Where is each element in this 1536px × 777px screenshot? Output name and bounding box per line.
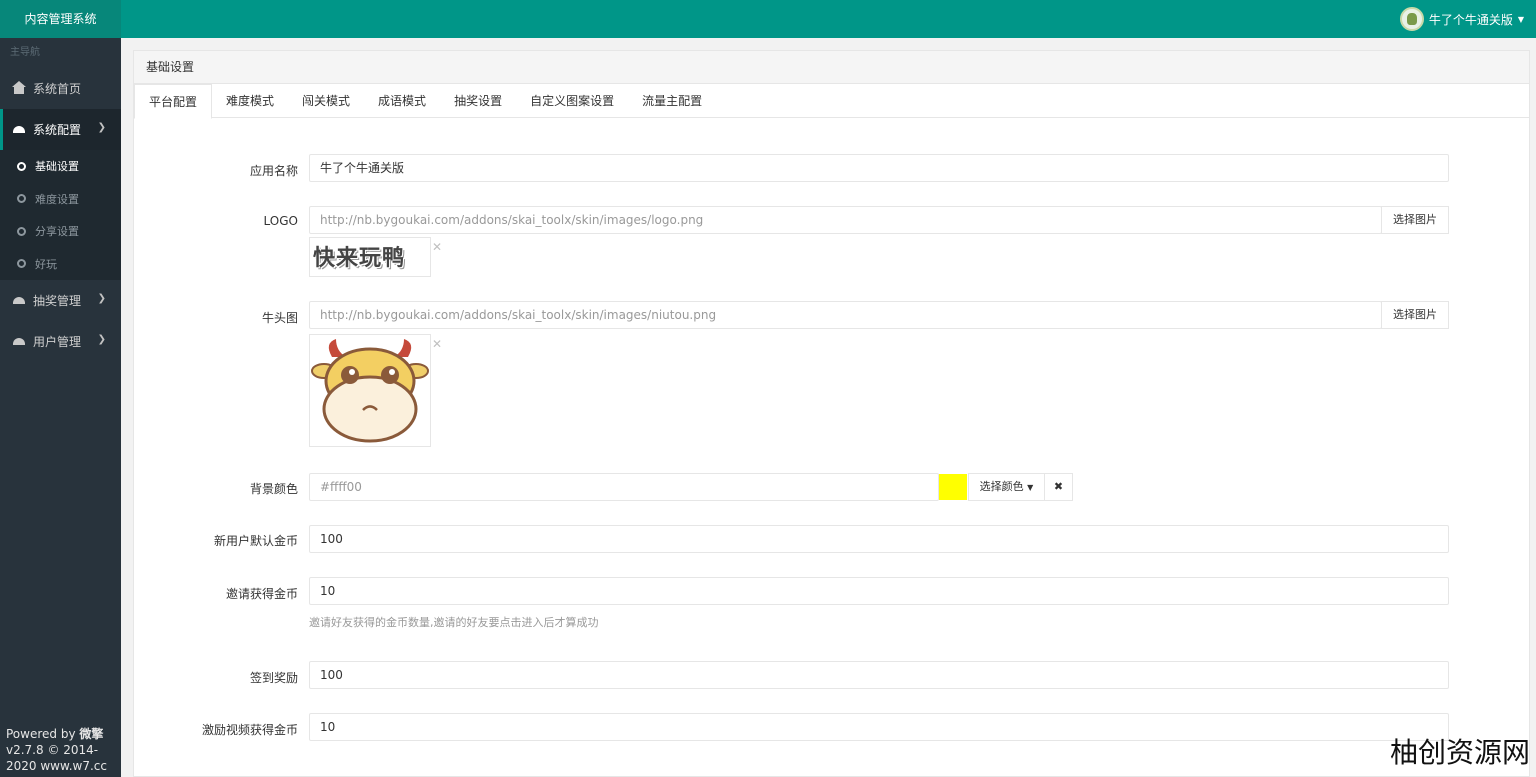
sidebar-subitem-label: 分享设置 — [35, 225, 79, 239]
logo-url-input[interactable]: http://nb.bygoukai.com/addons/skai_toolx… — [309, 206, 1382, 234]
tab-platform[interactable]: 平台配置 — [134, 84, 213, 119]
niutou-preview — [309, 334, 431, 447]
tab-difficulty[interactable]: 难度模式 — [212, 84, 288, 118]
niutou-url-input[interactable]: http://nb.bygoukai.com/addons/skai_toolx… — [309, 301, 1382, 329]
video-coins-label: 激励视频获得金币 — [201, 723, 298, 737]
cow-head-icon — [311, 339, 429, 443]
new-user-coins-label: 新用户默认金币 — [213, 534, 298, 548]
clear-color-button[interactable]: ✖ — [1044, 473, 1073, 501]
avatar — [1399, 7, 1424, 31]
app-name-label: 应用名称 — [249, 164, 298, 178]
niutou-label: 牛头图 — [261, 311, 298, 325]
app-title[interactable]: 内容管理系统 — [0, 0, 121, 38]
logo-preview: 快来玩鸭 — [309, 237, 431, 277]
sidebar-item-label: 系统首页 — [33, 82, 82, 96]
logo-label: LOGO — [263, 214, 298, 228]
tab-levels[interactable]: 闯关模式 — [288, 84, 364, 118]
chevron-right-icon: ❯ — [97, 122, 106, 133]
user-menu[interactable]: 牛了个牛通关版 ▼ — [1399, 6, 1524, 32]
logo-preview-text: 快来玩鸭 — [313, 246, 406, 271]
tab-bar: 平台配置 难度模式 闯关模式 成语模式 抽奖设置 自定义图案设置 流量主配置 — [134, 84, 1529, 119]
footer-prefix: Powered by — [6, 727, 80, 741]
chevron-right-icon: ❯ — [97, 293, 106, 304]
signin-reward-label: 签到奖励 — [249, 671, 298, 685]
sidebar-subitem-share[interactable]: 分享设置 — [0, 215, 121, 248]
watermark: 柚创资源网 — [1389, 736, 1530, 769]
content-panel: 基础设置 平台配置 难度模式 闯关模式 成语模式 抽奖设置 自定义图案设置 流量… — [133, 50, 1530, 777]
select-logo-button[interactable]: 选择图片 — [1381, 206, 1449, 234]
nav-header: 主导航 — [10, 47, 40, 58]
bg-color-label: 背景颜色 — [249, 482, 298, 496]
app-name-input[interactable]: 牛了个牛通关版 — [309, 154, 1449, 182]
select-niutou-button[interactable]: 选择图片 — [1381, 301, 1449, 329]
circle-icon — [17, 259, 26, 269]
sidebar-subitem-fun[interactable]: 好玩 — [0, 248, 121, 281]
sidebar-item-label: 系统配置 — [33, 123, 82, 137]
invite-coins-input[interactable]: 10 — [309, 577, 1449, 605]
invite-coins-label: 邀请获得金币 — [225, 587, 298, 601]
new-user-coins-input[interactable]: 100 — [309, 525, 1449, 553]
caret-down-icon: ▼ — [1517, 14, 1524, 24]
tab-ad-config[interactable]: 流量主配置 — [628, 84, 716, 118]
footer-site[interactable]: 2020 www.w7.cc — [6, 758, 118, 774]
circle-icon — [17, 161, 26, 171]
color-swatch[interactable] — [939, 474, 967, 500]
sidebar-footer: Powered by 微擎 v2.7.8 © 2014- 2020 www.w7… — [6, 726, 118, 774]
sidebar: 主导航 系统首页 系统配置 ❯ 基础设置 难度设置 分享设置 好玩 抽奖管理 ❯ — [0, 38, 121, 777]
choose-color-button[interactable]: 选择颜色 ▼ — [968, 473, 1045, 501]
user-name: 牛了个牛通关版 — [1428, 12, 1513, 27]
sidebar-item-system-config[interactable]: 系统配置 ❯ — [0, 109, 121, 150]
remove-logo-icon[interactable]: ✕ — [432, 240, 442, 254]
panel-title: 基础设置 — [134, 51, 1529, 84]
sidebar-subitem-label: 难度设置 — [35, 192, 79, 206]
top-bar: 内容管理系统 牛了个牛通关版 ▼ — [0, 0, 1536, 38]
footer-version: v2.7.8 © 2014- — [6, 743, 99, 757]
remove-niutou-icon[interactable]: ✕ — [432, 337, 442, 351]
tab-idiom[interactable]: 成语模式 — [364, 84, 440, 118]
sidebar-item-label: 抽奖管理 — [33, 294, 82, 308]
chevron-right-icon: ❯ — [97, 334, 106, 345]
bg-color-input[interactable]: #ffff00 — [309, 473, 939, 501]
tab-custom-pattern[interactable]: 自定义图案设置 — [516, 84, 628, 118]
signin-reward-input[interactable]: 100 — [309, 661, 1449, 689]
close-icon: ✖ — [1053, 480, 1064, 493]
dashboard-icon — [13, 336, 25, 348]
choose-color-label: 选择颜色 — [979, 480, 1024, 493]
dashboard-icon — [13, 295, 25, 307]
sidebar-subitem-label: 基础设置 — [35, 160, 79, 174]
submenu: 基础设置 难度设置 分享设置 好玩 — [0, 150, 121, 280]
caret-down-icon: ▼ — [1027, 483, 1034, 492]
circle-icon — [17, 226, 26, 236]
tab-lottery[interactable]: 抽奖设置 — [440, 84, 516, 118]
video-coins-input[interactable]: 10 — [309, 713, 1449, 741]
sidebar-subitem-difficulty[interactable]: 难度设置 — [0, 183, 121, 216]
sidebar-item-home[interactable]: 系统首页 — [0, 68, 121, 109]
sidebar-subitem-basic[interactable]: 基础设置 — [0, 150, 121, 183]
sidebar-item-users[interactable]: 用户管理 ❯ — [0, 321, 121, 362]
circle-icon — [17, 194, 26, 204]
invite-coins-help: 邀请好友获得的金币数量,邀请的好友要点击进入后才算成功 — [309, 616, 599, 629]
home-icon — [12, 80, 26, 95]
sidebar-subitem-label: 好玩 — [35, 257, 57, 271]
sidebar-item-lottery[interactable]: 抽奖管理 ❯ — [0, 280, 121, 321]
footer-brand[interactable]: 微擎 — [79, 727, 103, 741]
dashboard-icon — [13, 124, 25, 136]
sidebar-item-label: 用户管理 — [33, 335, 82, 349]
